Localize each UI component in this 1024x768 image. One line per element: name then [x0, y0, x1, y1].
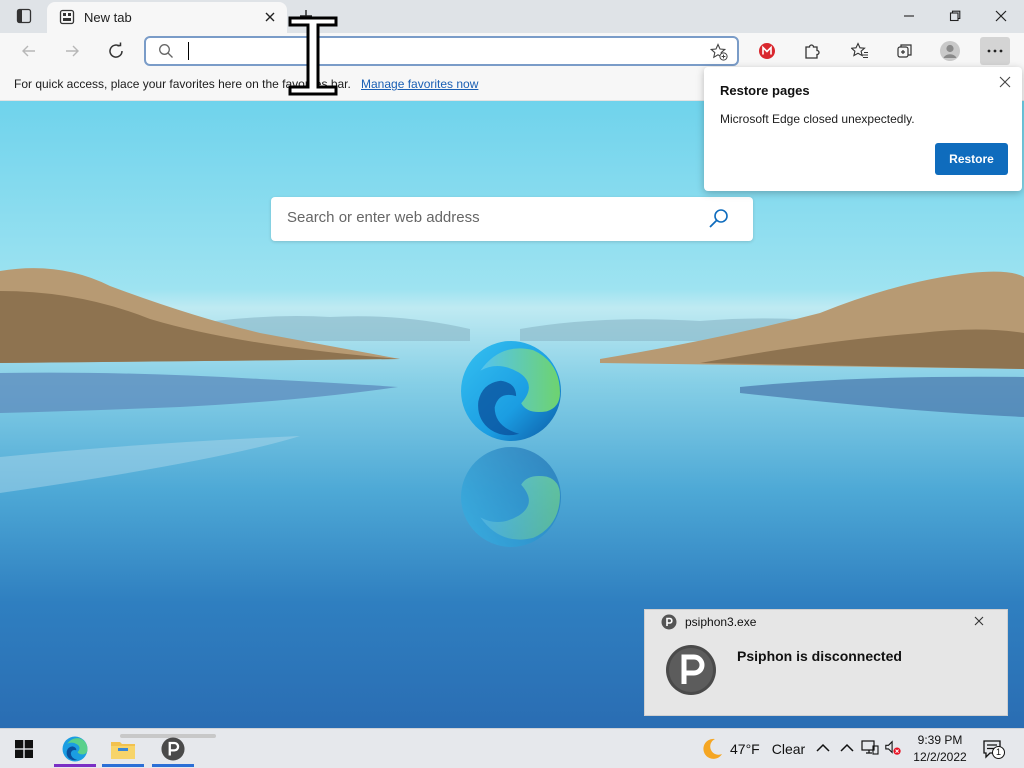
close-icon — [999, 76, 1011, 88]
toast-message: Psiphon is disconnected — [737, 648, 902, 664]
address-bar[interactable] — [144, 36, 739, 66]
browser-toolbar — [0, 33, 1024, 69]
network-button[interactable] — [861, 739, 879, 757]
restore-button[interactable]: Restore — [935, 143, 1008, 175]
avatar-icon — [940, 41, 960, 61]
clock-date: 12/2/2022 — [913, 750, 967, 764]
search-icon[interactable] — [707, 207, 731, 231]
clock-time: 9:39 PM — [917, 733, 963, 747]
web-search-box[interactable] — [271, 197, 753, 241]
mega-extension-button[interactable] — [752, 37, 782, 65]
network-icon — [861, 740, 879, 755]
plus-icon — [300, 10, 312, 22]
close-icon — [974, 616, 984, 626]
text-caret — [188, 42, 189, 60]
toast-app-name: psiphon3.exe — [685, 615, 757, 629]
refresh-button[interactable] — [101, 37, 131, 65]
psiphon-logo-icon — [666, 645, 716, 695]
star-add-icon — [710, 43, 728, 61]
explorer-active-indicator — [102, 764, 144, 767]
favorites-bar-hint: For quick access, place your favorites h… — [14, 77, 351, 91]
profile-button[interactable] — [935, 37, 965, 65]
restore-pages-dialog: Restore pages Microsoft Edge closed unex… — [704, 67, 1022, 191]
weather-temperature: 47°F — [730, 741, 760, 757]
minimize-button[interactable] — [886, 0, 932, 31]
restore-message: Microsoft Edge closed unexpectedly. — [720, 112, 915, 126]
extensions-button[interactable] — [797, 37, 827, 65]
chevron-up-icon — [816, 743, 830, 752]
close-window-button[interactable] — [978, 0, 1024, 31]
edge-icon — [62, 736, 88, 762]
close-icon — [995, 10, 1007, 21]
tab-actions-button[interactable] — [8, 5, 40, 27]
notification-center-button[interactable]: 1 — [980, 737, 1006, 761]
folder-icon — [111, 742, 135, 759]
restore-title: Restore pages — [720, 83, 810, 98]
web-search-input[interactable] — [287, 209, 687, 226]
psiphon-icon — [161, 737, 185, 761]
puzzle-icon — [805, 44, 820, 59]
weather-condition: Clear — [771, 741, 806, 757]
minimize-icon — [904, 14, 914, 17]
refresh-icon — [109, 42, 123, 58]
address-input[interactable] — [186, 41, 686, 61]
start-button[interactable] — [6, 733, 42, 765]
tab-close-button[interactable] — [261, 8, 279, 26]
show-hidden-icons-button[interactable] — [814, 739, 832, 757]
volume-muted-icon — [885, 740, 901, 755]
close-icon — [265, 12, 275, 22]
windows-logo-icon — [15, 740, 33, 758]
edge-active-indicator — [54, 764, 96, 767]
mega-icon — [759, 43, 775, 59]
back-button[interactable] — [14, 37, 44, 65]
volume-button[interactable] — [884, 739, 902, 757]
toast-close-button[interactable] — [971, 613, 987, 629]
manage-favorites-link[interactable]: Manage favorites now — [361, 77, 478, 91]
notification-count: 1 — [992, 746, 1005, 759]
tab-new-tab[interactable]: New tab — [47, 2, 287, 33]
moon-icon — [703, 738, 722, 759]
title-bar: New tab — [0, 0, 1024, 33]
collections-button[interactable] — [890, 37, 920, 65]
search-icon — [159, 44, 173, 58]
tab-actions-icon — [16, 8, 32, 24]
psiphon-app-icon — [661, 614, 677, 630]
tray-chevron-button[interactable] — [838, 739, 856, 757]
psiphon-notification[interactable]: psiphon3.exe Psiphon is disconnected — [644, 609, 1008, 716]
forward-button[interactable] — [57, 37, 87, 65]
taskbar-psiphon[interactable] — [150, 731, 196, 767]
collections-icon — [897, 44, 912, 58]
arrow-right-icon — [66, 45, 79, 57]
taskbar-edge[interactable] — [52, 731, 98, 767]
weather-widget[interactable]: 47°F Clear — [700, 737, 805, 761]
add-favorite-button[interactable] — [709, 42, 729, 62]
new-tab-button[interactable] — [294, 4, 318, 28]
restore-window-icon — [949, 10, 961, 21]
clock[interactable]: 9:39 PM 12/2/2022 — [910, 733, 970, 764]
edge-logo-reflection — [461, 447, 561, 547]
new-tab-page-icon — [59, 9, 75, 25]
tab-title: New tab — [84, 10, 132, 25]
more-dots-icon — [987, 49, 1003, 53]
favorites-button[interactable] — [845, 37, 875, 65]
favorites-star-icon — [851, 42, 868, 59]
psiphon-active-indicator — [152, 764, 194, 767]
restore-window-button[interactable] — [932, 0, 978, 31]
edge-logo-icon — [461, 341, 561, 441]
chevron-up-icon — [840, 743, 854, 752]
restore-close-button[interactable] — [996, 73, 1014, 91]
arrow-left-icon — [22, 45, 35, 57]
taskbar: 47°F Clear 9:39 PM 12/2/2022 1 — [0, 728, 1024, 768]
settings-more-button[interactable] — [980, 37, 1010, 65]
